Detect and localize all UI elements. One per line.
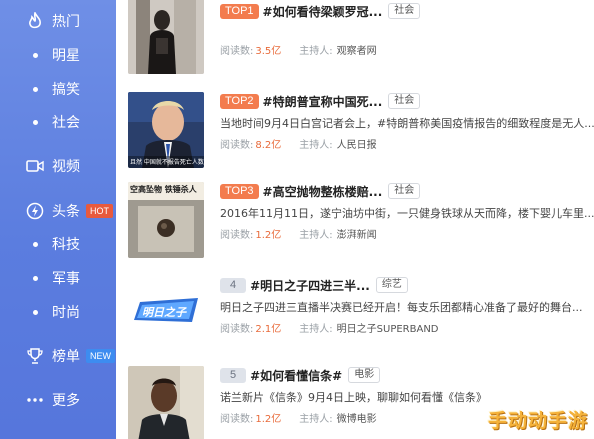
sidebar-item-fashion[interactable]: 时尚 bbox=[0, 297, 116, 327]
host-label: 主持人: bbox=[299, 414, 333, 425]
sidebar-item-label: 时尚 bbox=[52, 305, 80, 321]
sidebar-item-label: 视频 bbox=[52, 159, 80, 175]
category-tag[interactable]: 电影 bbox=[348, 367, 381, 383]
sidebar-item-military[interactable]: 军事 bbox=[0, 263, 116, 293]
sidebar: 热门 明星 搞笑 社会 视频 头条 HOT 科技 军事 时尚 榜单 NEW 更多 bbox=[0, 0, 116, 439]
host-label: 主持人: bbox=[299, 324, 333, 335]
rank-badge: TOP3 bbox=[220, 183, 259, 199]
list-item[interactable]: 明日之子 4 #明日之子四进三半... 综艺 明日之子四进三直播半决赛已经开启！… bbox=[128, 276, 594, 356]
read-count-label: 阅读数: bbox=[220, 324, 254, 335]
host-name[interactable]: 微博电影 bbox=[337, 410, 377, 425]
thumbnail-caption: 空高坠物 铁锤杀人 bbox=[130, 185, 197, 194]
svg-text:明日之子: 明日之子 bbox=[142, 306, 187, 319]
bullet-icon bbox=[33, 119, 38, 125]
sidebar-item-label: 搞笑 bbox=[52, 82, 80, 98]
list-item[interactable]: 且然 中国就不报告死亡人数 TOP2 #特朗普宣称中国死... 社会 当地时间9… bbox=[128, 92, 594, 172]
sidebar-item-society[interactable]: 社会 bbox=[0, 107, 116, 137]
category-tag[interactable]: 社会 bbox=[388, 183, 421, 199]
bullet-icon bbox=[33, 275, 38, 281]
trophy-icon bbox=[24, 345, 46, 367]
rank-badge: TOP1 bbox=[220, 3, 259, 19]
sidebar-item-more[interactable]: 更多 bbox=[0, 385, 116, 415]
topic-description: 诺兰新片《信条》9月4日上映，聊聊如何看懂《信条》 bbox=[220, 391, 487, 404]
topic-title[interactable]: #特朗普宣称中国死... bbox=[263, 93, 383, 110]
list-item[interactable]: 空高坠物 铁锤杀人 TOP3 #高空抛物整栋楼赔... 社会 2016年11月1… bbox=[128, 182, 594, 262]
topic-thumbnail[interactable]: 明日之子 bbox=[128, 276, 204, 352]
bullet-icon bbox=[33, 241, 38, 247]
host-label: 主持人: bbox=[299, 230, 333, 241]
read-count-label: 阅读数: bbox=[220, 230, 254, 241]
read-count: 1.2亿 bbox=[255, 230, 282, 241]
thumbnail-caption: 且然 中国就不报告死亡人数 bbox=[130, 159, 204, 166]
rank-badge: TOP2 bbox=[220, 93, 259, 109]
host-name[interactable]: 人民日报 bbox=[337, 136, 377, 151]
topic-thumbnail[interactable]: 空高坠物 铁锤杀人 bbox=[128, 182, 204, 258]
sidebar-item-label: 明星 bbox=[52, 48, 80, 64]
category-tag[interactable]: 社会 bbox=[388, 3, 421, 19]
sidebar-item-tech[interactable]: 科技 bbox=[0, 229, 116, 259]
fire-icon bbox=[24, 10, 46, 32]
bullet-icon bbox=[33, 309, 38, 315]
read-count-label: 阅读数: bbox=[220, 140, 254, 151]
bullet-icon bbox=[33, 52, 38, 58]
topic-title[interactable]: #如何看懂信条# bbox=[250, 367, 342, 384]
topic-description: 明日之子四进三直播半决赛已经开启！每支乐团都精心准备了最好的舞台... bbox=[220, 301, 583, 314]
bullet-icon bbox=[33, 86, 38, 92]
host-label: 主持人: bbox=[299, 46, 333, 57]
host-label: 主持人: bbox=[299, 140, 333, 151]
read-count: 1.2亿 bbox=[255, 414, 282, 425]
read-count: 3.5亿 bbox=[255, 46, 282, 57]
sidebar-item-hot[interactable]: 热门 bbox=[0, 6, 116, 36]
sidebar-item-label: 更多 bbox=[52, 393, 80, 409]
category-tag[interactable]: 社会 bbox=[388, 93, 421, 109]
sidebar-item-label: 科技 bbox=[52, 237, 80, 253]
topic-thumbnail[interactable] bbox=[128, 0, 204, 74]
topic-thumbnail[interactable] bbox=[128, 366, 204, 439]
more-icon bbox=[24, 389, 46, 411]
sidebar-item-label: 榜单 bbox=[52, 349, 80, 365]
read-count: 2.1亿 bbox=[255, 324, 282, 335]
site-watermark: 手动动手游 bbox=[487, 410, 588, 432]
sidebar-item-label: 热门 bbox=[52, 14, 80, 30]
topic-description: 当地时间9月4日白宫记者会上，#特朗普称美国疫情报告的细致程度是无人... bbox=[220, 117, 594, 130]
host-name[interactable]: 澎湃新闻 bbox=[337, 226, 377, 241]
topic-title[interactable]: #高空抛物整栋楼赔... bbox=[263, 183, 383, 200]
sidebar-item-stars[interactable]: 明星 bbox=[0, 40, 116, 70]
host-name[interactable]: 明日之子SUPERBAND bbox=[337, 320, 439, 335]
category-tag[interactable]: 综艺 bbox=[375, 277, 408, 293]
sidebar-item-label: 军事 bbox=[52, 271, 80, 287]
host-name[interactable]: 观察者网 bbox=[337, 42, 377, 57]
topic-thumbnail[interactable]: 且然 中国就不报告死亡人数 bbox=[128, 92, 204, 168]
sidebar-item-headlines[interactable]: 头条 HOT bbox=[0, 196, 116, 226]
sidebar-item-label: 头条 bbox=[52, 204, 80, 220]
read-count-label: 阅读数: bbox=[220, 46, 254, 57]
topic-title[interactable]: #明日之子四进三半... bbox=[250, 277, 370, 294]
sidebar-item-label: 社会 bbox=[52, 115, 80, 131]
topic-title[interactable]: #如何看待梁颖罗冠... bbox=[263, 3, 383, 20]
sidebar-item-funny[interactable]: 搞笑 bbox=[0, 74, 116, 104]
rank-badge: 4 bbox=[220, 277, 247, 293]
topic-list: TOP1 #如何看待梁颖罗冠... 社会 阅读数: 3.5亿 主持人: 观察者网 bbox=[116, 0, 594, 439]
sidebar-item-rankings[interactable]: 榜单 NEW bbox=[0, 341, 116, 371]
lightning-icon bbox=[24, 200, 46, 222]
rank-badge: 5 bbox=[220, 367, 247, 383]
video-icon bbox=[24, 155, 46, 177]
hot-badge: HOT bbox=[86, 204, 113, 218]
new-badge: NEW bbox=[86, 349, 115, 363]
sidebar-item-video[interactable]: 视频 bbox=[0, 151, 116, 181]
list-item[interactable]: TOP1 #如何看待梁颖罗冠... 社会 阅读数: 3.5亿 主持人: 观察者网 bbox=[128, 0, 594, 78]
read-count-label: 阅读数: bbox=[220, 414, 254, 425]
topic-description: 2016年11月11日，遂宁油坊中街，一只健身铁球从天而降，楼下婴儿车里... bbox=[220, 207, 594, 220]
read-count: 8.2亿 bbox=[255, 140, 282, 151]
